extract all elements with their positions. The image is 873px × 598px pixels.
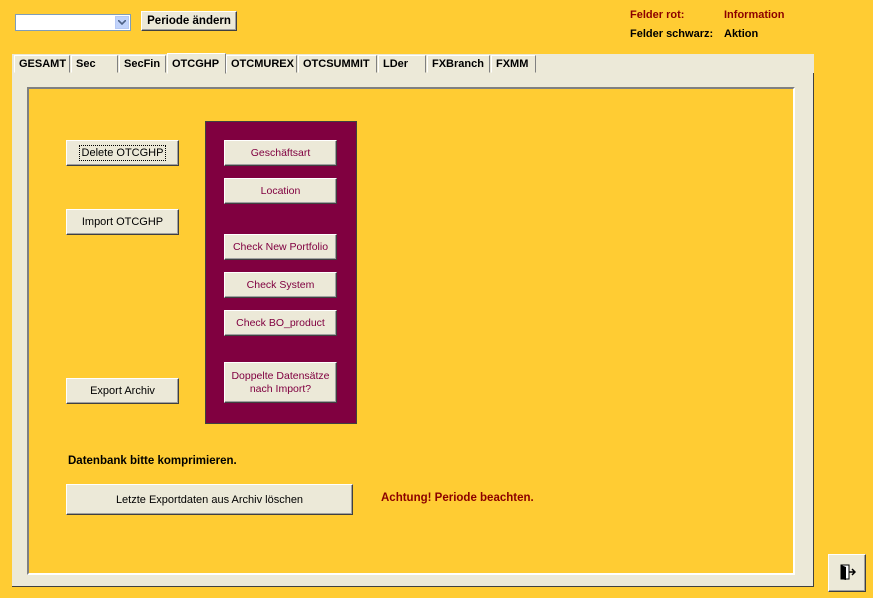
export-archiv-button[interactable]: Export Archiv — [66, 378, 179, 404]
period-warning: Achtung! Periode beachten. — [381, 492, 534, 504]
legend-red-value: Information — [724, 9, 785, 21]
compress-database-note: Datenbank bitte komprimieren. — [68, 455, 237, 467]
tab-sec[interactable]: Sec — [71, 55, 118, 73]
check-system-button[interactable]: Check System — [224, 272, 337, 298]
check-bo-product-button[interactable]: Check BO_product — [224, 310, 337, 336]
import-otcghp-button[interactable]: Import OTCGHP — [66, 209, 179, 235]
exit-button[interactable] — [828, 554, 866, 592]
tab-otcmurex[interactable]: OTCMUREX — [226, 55, 297, 73]
duplicate-records-line1: Doppelte Datensätze — [231, 369, 330, 382]
tab-otcsummit[interactable]: OTCSUMMIT — [298, 55, 377, 73]
tab-fxbranch[interactable]: FXBranch — [427, 55, 490, 73]
change-period-button[interactable]: Periode ändern — [141, 11, 237, 31]
chevron-down-icon[interactable] — [115, 16, 129, 29]
tab-fxmm[interactable]: FXMM — [491, 55, 536, 73]
tab-lder[interactable]: LDer — [378, 55, 426, 73]
legend-black-label: Felder schwarz: — [630, 28, 714, 40]
tab-secfin[interactable]: SecFin — [119, 55, 166, 73]
check-new-portfolio-button[interactable]: Check New Portfolio — [224, 234, 337, 260]
duplicate-records-button[interactable]: Doppelte Datensätze nach Import? — [224, 362, 337, 403]
location-button[interactable]: Location — [224, 178, 337, 204]
delete-last-export-button[interactable]: Letzte Exportdaten aus Archiv löschen — [66, 484, 353, 515]
period-combobox[interactable] — [15, 14, 131, 31]
geschaeftsart-button[interactable]: Geschäftsart — [224, 140, 337, 166]
legend-red-label: Felder rot: — [630, 9, 685, 21]
delete-otcghp-button[interactable]: Delete OTCGHP — [66, 140, 179, 166]
tab-gesamt[interactable]: GESAMT — [14, 55, 70, 73]
legend-black-value: Aktion — [724, 28, 759, 40]
delete-otcghp-label: Delete OTCGHP — [78, 145, 167, 161]
duplicate-records-line2: nach Import? — [249, 382, 312, 395]
tab-otcghp[interactable]: OTCGHP — [167, 53, 226, 74]
exit-door-icon — [838, 563, 857, 584]
